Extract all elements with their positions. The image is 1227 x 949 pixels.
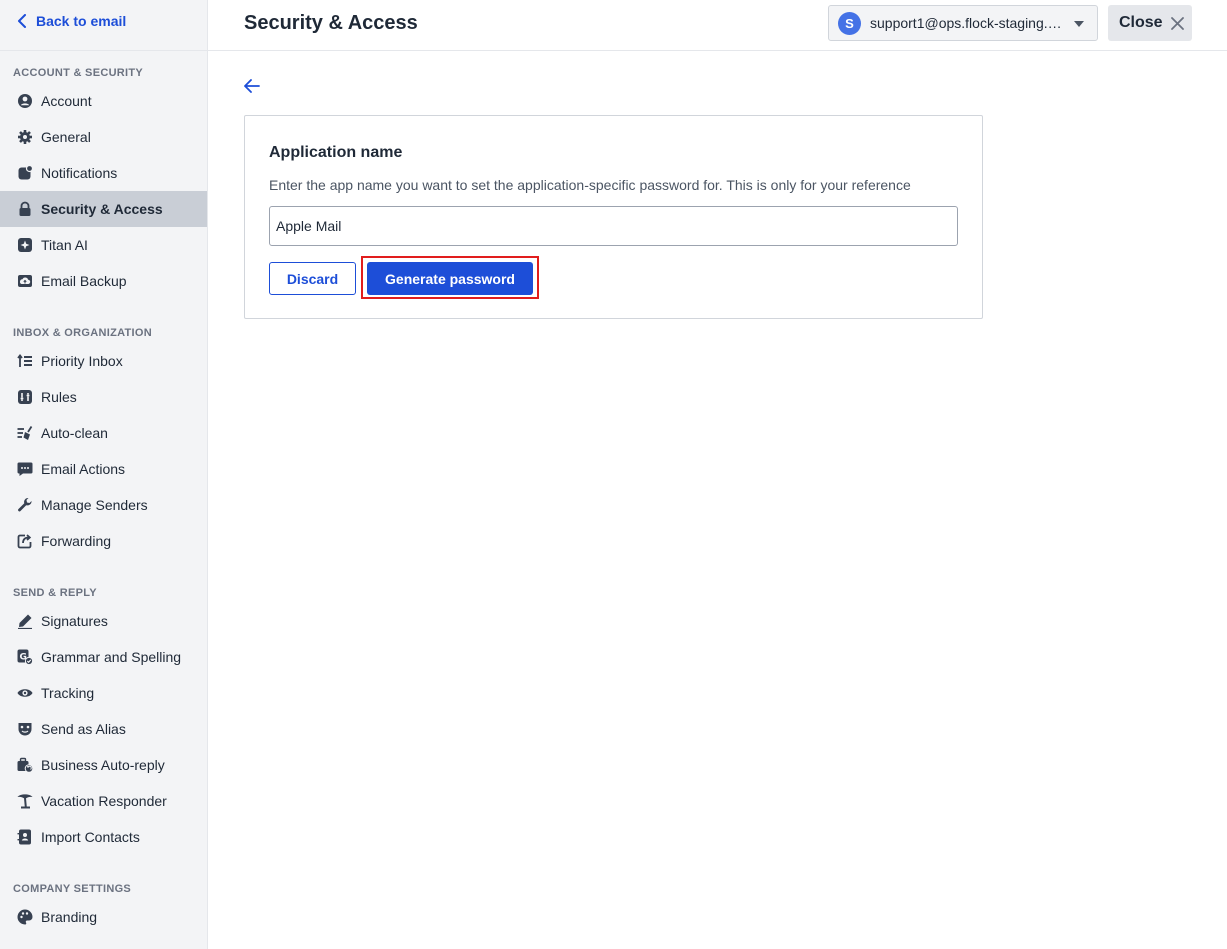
sidebar-item-label: Grammar and Spelling <box>41 649 182 665</box>
sidebar-item-rules[interactable]: Rules <box>0 379 207 415</box>
cloud-upload-icon <box>16 273 33 290</box>
sidebar-item-tracking[interactable]: Tracking <box>0 675 207 711</box>
lock-icon <box>16 201 33 218</box>
application-name-input[interactable] <box>269 206 958 246</box>
close-icon <box>1170 16 1184 30</box>
back-to-email-link[interactable]: Back to email <box>16 13 126 29</box>
avatar: S <box>838 11 861 35</box>
priority-list-icon <box>16 353 33 370</box>
sidebar-item-label: Security & Access <box>41 201 163 217</box>
sidebar-item-label: Send as Alias <box>41 721 126 737</box>
sidebar-item-titan-ai[interactable]: Titan AI <box>0 227 207 263</box>
settings-sidebar: Back to email ACCOUNT & SECURITY Account… <box>0 0 208 949</box>
sidebar-item-vacation-responder[interactable]: Vacation Responder <box>0 783 207 819</box>
palette-icon <box>16 909 33 926</box>
mask-icon <box>16 721 33 738</box>
forward-icon <box>16 533 33 550</box>
sidebar-item-manage-senders[interactable]: Manage Senders <box>0 487 207 523</box>
sidebar-item-label: Notifications <box>41 165 118 181</box>
application-name-card: Application name Enter the app name you … <box>244 115 983 319</box>
sidebar-item-label: Titan AI <box>41 237 88 253</box>
sidebar-item-label: Branding <box>41 909 98 925</box>
sidebar-item-label: Business Auto-reply <box>41 757 165 773</box>
section-title-company-settings: COMPANY SETTINGS <box>13 883 132 895</box>
sidebar-item-email-backup[interactable]: Email Backup <box>0 263 207 299</box>
sidebar-item-priority-inbox[interactable]: Priority Inbox <box>0 343 207 379</box>
sidebar-item-email-actions[interactable]: Email Actions <box>0 451 207 487</box>
sidebar-item-auto-clean[interactable]: Auto-clean <box>0 415 207 451</box>
sidebar-item-general[interactable]: General <box>0 119 207 155</box>
sidebar-item-business-auto-reply[interactable]: Business Auto-reply <box>0 747 207 783</box>
section-title-account-security: ACCOUNT & SECURITY <box>13 67 144 79</box>
chat-actions-icon <box>16 461 33 478</box>
sidebar-item-label: Auto-clean <box>41 425 108 441</box>
sidebar-item-label: Priority Inbox <box>41 353 123 369</box>
gear-icon <box>16 129 33 146</box>
sidebar-item-forwarding[interactable]: Forwarding <box>0 523 207 559</box>
sidebar-item-send-as-alias[interactable]: Send as Alias <box>0 711 207 747</box>
sidebar-item-label: Email Actions <box>41 461 126 477</box>
sidebar-item-signatures[interactable]: Signatures <box>0 603 207 639</box>
section-title-inbox-organization: INBOX & ORGANIZATION <box>13 327 153 339</box>
sidebar-item-label: Signatures <box>41 613 108 629</box>
generate-password-button[interactable]: Generate password <box>367 262 533 295</box>
notification-icon <box>16 165 33 182</box>
sidebar-item-label: Import Contacts <box>41 829 140 845</box>
top-header: Security & Access S support1@ops.flock-s… <box>208 0 1227 51</box>
page-title: Security & Access <box>244 12 418 34</box>
eye-icon <box>16 685 33 702</box>
caret-down-icon <box>1074 21 1084 27</box>
sidebar-item-label: Manage Senders <box>41 497 148 513</box>
close-button[interactable]: Close <box>1108 5 1192 41</box>
sidebar-item-notifications[interactable]: Notifications <box>0 155 207 191</box>
discard-button[interactable]: Discard <box>269 262 356 295</box>
rules-icon <box>16 389 33 406</box>
sidebar-item-branding[interactable]: Branding <box>0 899 207 935</box>
card-description: Enter the app name you want to set the a… <box>269 177 911 193</box>
sidebar-item-label: Account <box>41 93 92 109</box>
sidebar-item-security-access[interactable]: Security & Access <box>0 191 207 227</box>
pen-icon <box>16 613 33 630</box>
sidebar-item-import-contacts[interactable]: Import Contacts <box>0 819 207 855</box>
sparkle-icon <box>16 237 33 254</box>
back-to-email-label: Back to email <box>36 13 127 29</box>
broom-icon <box>16 425 33 442</box>
sidebar-item-label: Forwarding <box>41 533 112 549</box>
wrench-icon <box>16 497 33 514</box>
close-label: Close <box>1119 14 1163 31</box>
account-email: support1@ops.flock-staging.com <box>870 15 1062 31</box>
user-circle-icon <box>16 93 33 110</box>
account-selector[interactable]: S support1@ops.flock-staging.com <box>828 5 1098 41</box>
section-title-send-reply: SEND & REPLY <box>13 587 97 599</box>
sidebar-item-label: Rules <box>41 389 77 405</box>
sidebar-item-label: General <box>41 129 91 145</box>
chevron-left-icon <box>18 14 26 28</box>
card-title: Application name <box>269 144 403 161</box>
sidebar-item-label: Email Backup <box>41 273 127 289</box>
sidebar-divider <box>0 50 207 51</box>
sidebar-item-label: Vacation Responder <box>41 793 167 809</box>
contact-book-icon <box>16 829 33 846</box>
auto-reply-icon <box>16 757 33 774</box>
back-arrow-icon[interactable] <box>243 77 261 95</box>
sidebar-item-grammar-spelling[interactable]: G Grammar and Spelling <box>0 639 207 675</box>
sidebar-item-label: Tracking <box>41 685 95 701</box>
palm-tree-icon <box>16 793 33 810</box>
grammar-check-icon: G <box>16 649 33 666</box>
sidebar-item-account[interactable]: Account <box>0 83 207 119</box>
